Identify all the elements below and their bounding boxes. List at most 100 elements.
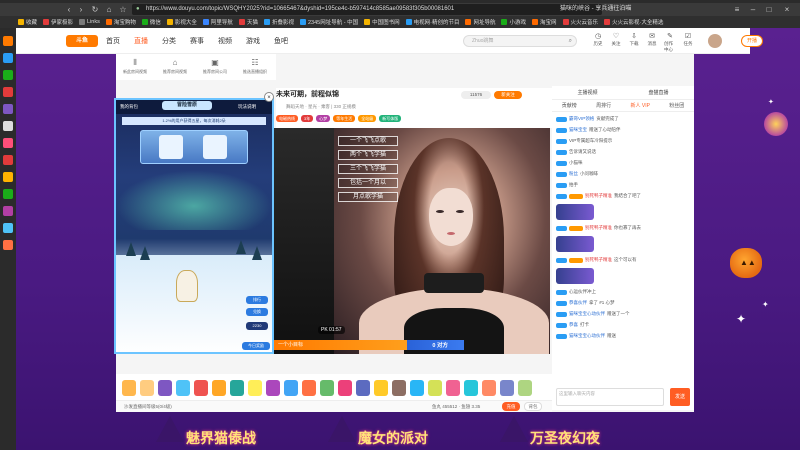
room-badge[interactable]: 全站级	[358, 115, 377, 122]
gift-icon[interactable]	[374, 380, 388, 396]
tab-vip[interactable]: 新人 VIP	[630, 102, 649, 111]
chat-message[interactable]: 猫咪宝宝心动伙伴 赠送了一个	[556, 311, 690, 317]
bookmark-item[interactable]: 2345网址导航 - 中国	[299, 18, 358, 26]
minimize-icon[interactable]: –	[746, 3, 760, 16]
app-icon[interactable]	[3, 104, 13, 114]
nav-home[interactable]: 首页	[106, 36, 120, 46]
chat-message[interactable]: 恭喜伙伴 拿了 #1 心梦	[556, 300, 690, 306]
app-icon[interactable]	[3, 53, 13, 63]
chat-message[interactable]: 恭喜 打卡	[556, 322, 690, 328]
app-icon[interactable]	[3, 189, 13, 199]
subtool-item[interactable]: ▣ 推荐房间公司	[198, 57, 232, 77]
bookmark-item[interactable]: 收藏	[18, 18, 37, 26]
chat-message[interactable]: 小猫咪	[556, 160, 690, 166]
gift-icon[interactable]	[302, 380, 316, 396]
gift-icon[interactable]	[464, 380, 478, 396]
gift-icon[interactable]	[320, 380, 334, 396]
gift-icon[interactable]	[140, 380, 154, 396]
room-badge[interactable]: 心梦	[316, 115, 331, 122]
bookmark-item[interactable]: 微信	[141, 18, 161, 26]
room-badge[interactable]: 等年生活	[333, 115, 356, 122]
app-icon[interactable]	[3, 87, 13, 97]
game-character[interactable]	[176, 270, 198, 302]
creator-button[interactable]: ✎ 创作中心	[664, 32, 676, 53]
room-badge[interactable]: 3年	[301, 115, 314, 122]
bookmark-item[interactable]: 阿里导航	[202, 18, 233, 26]
chat-username[interactable]: 别死鸭子精准	[585, 257, 612, 263]
chat-username[interactable]: 别死鸭子精准	[585, 193, 612, 199]
app-icon[interactable]	[3, 121, 13, 131]
bookmark-item[interactable]: 淘宝网	[531, 18, 557, 26]
gift-icon[interactable]	[212, 380, 226, 396]
game-left-tab[interactable]: 我的背包	[120, 104, 138, 110]
room-badge[interactable]: 新写体版	[379, 115, 402, 122]
bookmark-item[interactable]: 影视大全	[166, 18, 197, 26]
chat-username[interactable]: 猫咪宝宝心动伙伴	[569, 311, 605, 317]
app-icon[interactable]	[3, 70, 13, 80]
chat-username[interactable]: 恭喜	[569, 322, 578, 328]
app-icon[interactable]	[3, 206, 13, 216]
app-icon[interactable]	[3, 240, 13, 250]
app-icon[interactable]	[3, 172, 13, 182]
gift-icon[interactable]	[392, 380, 406, 396]
address-bar[interactable]: ● https://www.douyu.com/topic/WSQHY2025?…	[132, 4, 602, 15]
game-rank-button[interactable]: 排行	[246, 296, 268, 304]
history-button[interactable]: ◷ 历史	[592, 32, 604, 53]
chat-username[interactable]: 霸哥VIP领格	[569, 116, 594, 122]
bookmark-item[interactable]: 火火云影视·大全精选	[604, 18, 663, 26]
app-icon[interactable]	[3, 155, 13, 165]
avatar[interactable]	[708, 34, 722, 48]
gift-icon[interactable]	[248, 380, 262, 396]
app-icon[interactable]	[3, 223, 13, 233]
bookmark-item[interactable]: 网址导航	[465, 18, 495, 26]
star-icon[interactable]: ☆	[118, 5, 128, 15]
chat-message[interactable]: 粉丝 小问咖啡	[556, 171, 690, 177]
game-slot[interactable]	[203, 135, 227, 159]
recharge-button[interactable]: 充值	[502, 402, 520, 411]
forward-icon[interactable]: ›	[76, 5, 86, 15]
nav-events[interactable]: 赛事	[190, 36, 204, 46]
active-tab-title[interactable]: 猫咪的峡谷 - 享兵通往泊喵	[560, 4, 660, 15]
chat-username[interactable]: 别死鸭子精准	[585, 225, 612, 231]
douyu-logo[interactable]: 斗鱼	[66, 35, 98, 47]
chat-message[interactable]: 心运伙伴冲上	[556, 289, 690, 295]
search-input[interactable]: Zhuo跳舞 ⌕	[463, 35, 577, 47]
send-button[interactable]: 发送	[670, 388, 690, 406]
game-daily-button[interactable]: 今日奖励	[242, 342, 270, 350]
bookmark-item[interactable]: 淘宝购物	[105, 18, 136, 26]
bookmark-item[interactable]: Links	[79, 19, 100, 25]
chat-username[interactable]: 恭喜伙伴	[569, 300, 587, 306]
close-icon[interactable]: ×	[780, 3, 794, 16]
gift-icon[interactable]	[266, 380, 280, 396]
gift-icon[interactable]	[356, 380, 370, 396]
event-banner[interactable]: 魅界猫傣战	[186, 428, 256, 450]
bookmark-item[interactable]: 中国图书网	[364, 18, 400, 26]
video-player[interactable]: 一个飞飞点歌 两个飞飞学猫 三个飞飞学猫 包括一个月以 月点歌学猫	[274, 128, 550, 354]
chat-message[interactable]: VIP专属超车冷阳提示	[556, 138, 690, 144]
bookmark-item[interactable]: 电视网·精创的节目	[405, 18, 459, 26]
chat-message[interactable]: 猫咪宝宝 赠送了心动陪伴	[556, 127, 690, 133]
gift-icon[interactable]	[482, 380, 496, 396]
nav-live[interactable]: 直播	[134, 36, 148, 46]
gift-icon[interactable]	[284, 380, 298, 396]
follow-button[interactable]: 新关注	[494, 91, 522, 99]
bookmark-item[interactable]: 天猫	[238, 18, 258, 26]
gift-icon[interactable]	[194, 380, 208, 396]
event-banner[interactable]: 万圣夜幻夜	[530, 428, 600, 450]
bookmark-item[interactable]: 小游戏	[501, 18, 526, 26]
subtool-item[interactable]: ☷ 推选直播组织	[238, 57, 272, 77]
event-banner[interactable]: 魔女的派对	[358, 428, 428, 450]
back-icon[interactable]: ‹	[64, 5, 74, 15]
event-badge[interactable]	[764, 112, 788, 136]
tab-contribution[interactable]: 贡献榜	[562, 102, 577, 111]
gift-icon[interactable]	[518, 380, 532, 396]
gift-icon[interactable]	[230, 380, 244, 396]
chat-message[interactable]: 霸哥VIP领格 贡献完成了	[556, 116, 690, 122]
gift-icon[interactable]	[122, 380, 136, 396]
gift-icon[interactable]	[158, 380, 172, 396]
menu-icon[interactable]: ≡	[730, 3, 744, 16]
chat-message[interactable]: 猫咪宝宝心动伙伴 赠送	[556, 333, 690, 339]
search-icon[interactable]: ⌕	[569, 36, 572, 46]
package-button[interactable]: 背包	[524, 402, 542, 411]
home-icon[interactable]: ⌂	[104, 5, 114, 15]
